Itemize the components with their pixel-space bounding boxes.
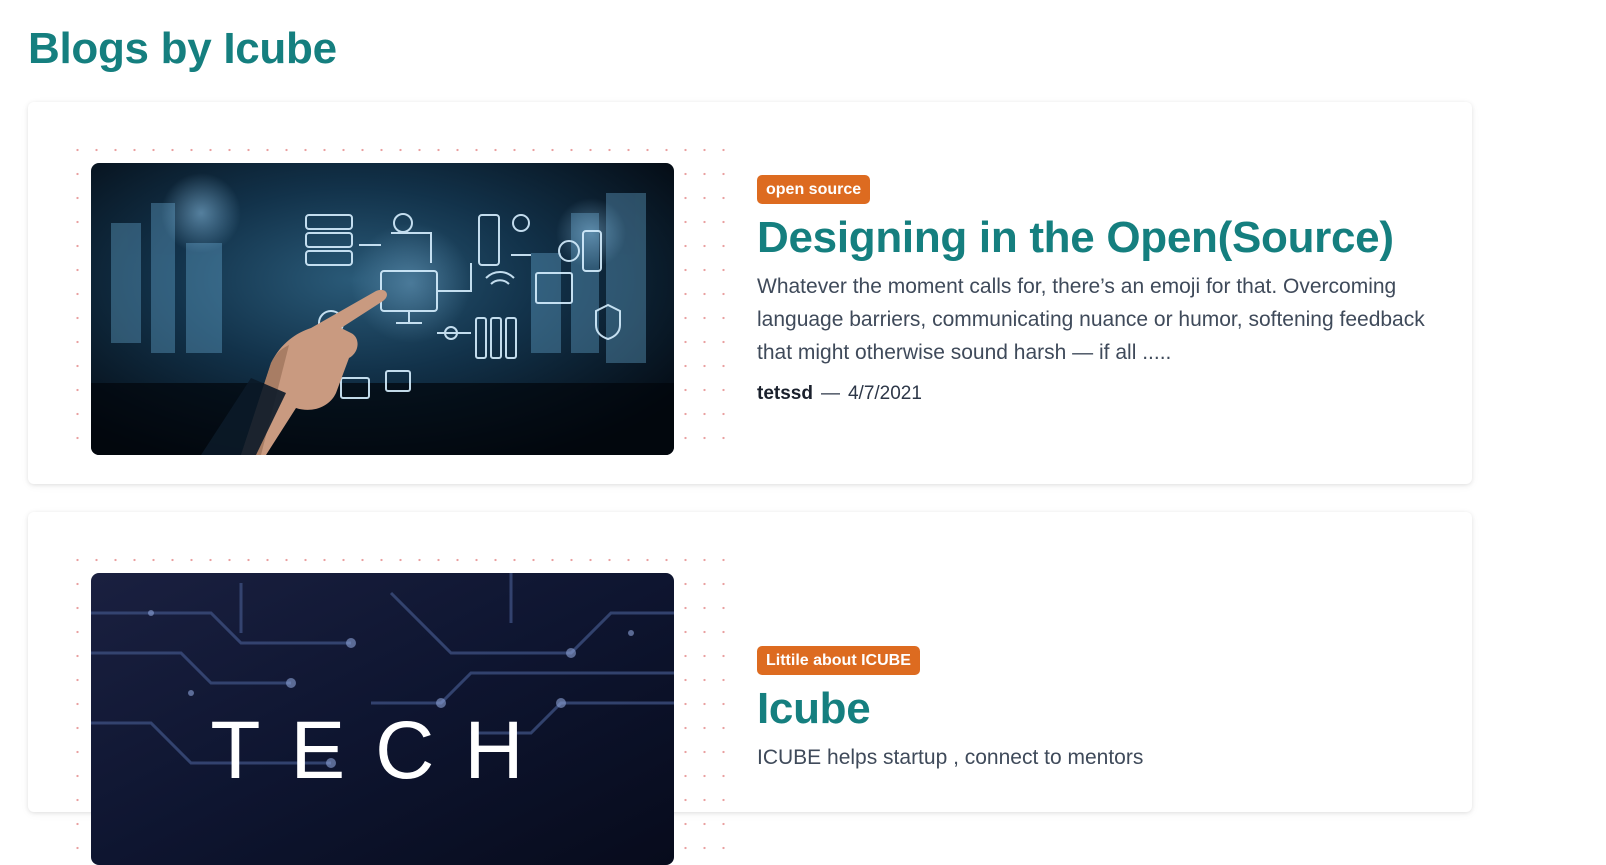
post-thumbnail[interactable] [91, 163, 674, 455]
tech-network-image [91, 163, 674, 455]
post-meta: tetssd — 4/7/2021 [757, 383, 1447, 405]
post-thumbnail[interactable]: TECH [91, 573, 674, 865]
post-content: Littile about ICUBE Icube ICUBE helps st… [757, 646, 1447, 774]
blog-card[interactable]: TECH Littile about ICUBE Icube ICUBE hel… [28, 512, 1472, 865]
category-tag[interactable]: Littile about ICUBE [757, 646, 920, 675]
meta-separator: — [820, 383, 840, 404]
blog-card[interactable]: open source Designing in the Open(Source… [28, 102, 1472, 484]
post-date: 4/7/2021 [847, 383, 922, 404]
category-tag[interactable]: open source [757, 175, 871, 204]
image-overlay-text: TECH [210, 705, 553, 796]
post-excerpt: ICUBE helps startup , connect to mentors [757, 746, 1144, 769]
page-title: Blogs by Icube [28, 24, 337, 73]
circuit-board-image: TECH [91, 573, 674, 865]
post-content: open source Designing in the Open(Source… [757, 175, 1447, 405]
post-excerpt: Whatever the moment calls for, there’s a… [757, 275, 1425, 364]
post-title[interactable]: Icube [757, 683, 1447, 735]
post-title[interactable]: Designing in the Open(Source) [757, 212, 1447, 264]
post-author[interactable]: tetssd [757, 383, 813, 404]
